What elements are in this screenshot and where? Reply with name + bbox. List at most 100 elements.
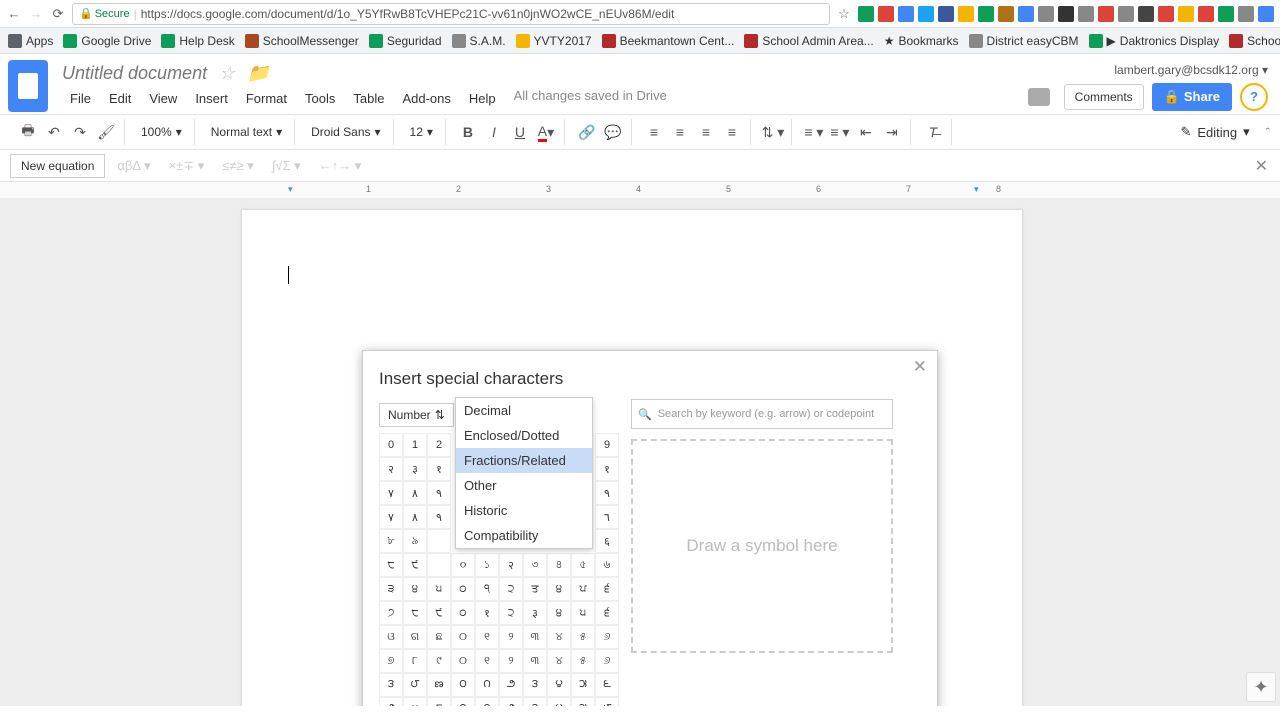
category-filter-button[interactable]: Number ⇅ (379, 403, 454, 427)
char-cell[interactable]: ৫ (571, 553, 595, 577)
char-cell[interactable]: ୨ (499, 649, 523, 673)
greek-letters-icon[interactable]: αβΔ ▾ (117, 158, 150, 174)
char-cell[interactable]: ੫ (427, 577, 451, 601)
char-cell[interactable]: ३ (403, 457, 427, 481)
char-cell[interactable]: ౦ (451, 673, 475, 697)
char-cell[interactable]: ੦ (451, 601, 475, 625)
bookmark-item[interactable]: School Admin Area... (744, 34, 873, 48)
comment-add-icon[interactable]: 💬 (601, 120, 625, 144)
char-cell[interactable]: ౮ (403, 673, 427, 697)
user-email[interactable]: lambert.gary@bcsdk12.org ▾ (1114, 63, 1268, 77)
char-cell[interactable]: ౨ (499, 697, 523, 706)
char-cell[interactable]: ੬ (595, 577, 619, 601)
italic-icon[interactable]: I (482, 120, 506, 144)
menu-view[interactable]: View (141, 88, 185, 109)
bookmark-item[interactable]: School Admin Area... (1229, 34, 1280, 48)
char-cell[interactable] (427, 553, 451, 577)
explore-icon[interactable]: ✦ (1246, 672, 1276, 702)
bookmark-item[interactable]: YVTY2017 (516, 34, 592, 48)
char-cell[interactable]: ఆ (403, 697, 427, 706)
dropdown-item[interactable]: Enclosed/Dotted (456, 423, 592, 448)
char-cell[interactable]: ੨ (499, 601, 523, 625)
char-cell[interactable]: ੯ (427, 601, 451, 625)
bookmark-item[interactable]: District easyCBM (969, 34, 1079, 48)
dropdown-item[interactable]: Decimal (456, 398, 592, 423)
menu-edit[interactable]: Edit (101, 88, 139, 109)
char-cell[interactable]: ୫ (571, 649, 595, 673)
char-cell[interactable]: ୬ (595, 625, 619, 649)
search-input[interactable]: 🔍 Search by keyword (e.g. arrow) or code… (631, 399, 893, 429)
zoom-select[interactable]: 100% ▾ (135, 123, 188, 141)
char-cell[interactable]: ଛ (427, 625, 451, 649)
char-cell[interactable]: ୩ (523, 625, 547, 649)
operators-icon[interactable]: ×±∓ ▾ (169, 158, 205, 174)
char-cell[interactable]: ౩ (523, 673, 547, 697)
char-cell[interactable]: ৬ (595, 553, 619, 577)
comment-icon[interactable] (1028, 88, 1050, 106)
char-cell[interactable]: ٧ (379, 481, 403, 505)
back-icon[interactable]: ← (6, 6, 22, 22)
close-icon[interactable]: ✕ (913, 357, 927, 377)
char-cell[interactable]: ୪ (547, 625, 571, 649)
move-folder-icon[interactable]: 📁 (247, 63, 269, 84)
close-icon[interactable]: ✕ (1255, 156, 1268, 176)
indent-increase-icon[interactable]: ⇥ (880, 120, 904, 144)
char-cell[interactable]: ਤ (523, 577, 547, 601)
char-cell[interactable]: ੪ (403, 577, 427, 601)
char-cell[interactable]: ੪ (547, 577, 571, 601)
link-icon[interactable]: 🔗 (575, 120, 599, 144)
bookmark-item[interactable]: Seguridad (369, 34, 442, 48)
char-cell[interactable]: ౦ (451, 697, 475, 706)
char-cell[interactable]: ৮ (379, 529, 403, 553)
char-cell[interactable]: ଗ (403, 625, 427, 649)
char-cell[interactable]: ਪ (571, 577, 595, 601)
char-cell[interactable]: 1 (403, 433, 427, 457)
char-cell[interactable]: ౪ (547, 697, 571, 706)
char-cell[interactable]: ౬ (595, 673, 619, 697)
char-cell[interactable]: ੫ (571, 601, 595, 625)
char-cell[interactable]: ۹ (427, 505, 451, 529)
char-cell[interactable]: ٨ (403, 481, 427, 505)
char-cell[interactable]: ౫ (571, 673, 595, 697)
bookmark-item[interactable]: Help Desk (161, 34, 234, 48)
editing-mode-select[interactable]: ✎ Editing ▾ ˆ (1180, 124, 1270, 140)
paint-format-icon[interactable]: 🖌 (94, 120, 118, 144)
dropdown-item[interactable]: Historic (456, 498, 592, 523)
undo-icon[interactable]: ↶ (42, 120, 66, 144)
char-cell[interactable]: ৩ (523, 553, 547, 577)
char-cell[interactable]: ౫ (571, 697, 595, 706)
star-icon[interactable]: ☆ (836, 6, 852, 22)
char-cell[interactable]: ౪ (547, 673, 571, 697)
char-cell[interactable]: २ (379, 457, 403, 481)
char-cell[interactable]: ३ (523, 601, 547, 625)
style-select[interactable]: Normal text ▾ (205, 123, 288, 141)
menu-tools[interactable]: Tools (297, 88, 343, 109)
char-cell[interactable]: ۸ (403, 505, 427, 529)
align-left-icon[interactable]: ≡ (642, 120, 666, 144)
line-spacing-icon[interactable]: ⇅ ▾ (761, 120, 785, 144)
align-center-icon[interactable]: ≡ (668, 120, 692, 144)
char-cell[interactable]: ੮ (379, 553, 403, 577)
fontsize-select[interactable]: 12 ▾ (404, 123, 439, 141)
reload-icon[interactable]: ⟳ (50, 6, 66, 22)
underline-icon[interactable]: U (508, 120, 532, 144)
bookmark-item[interactable]: Beekmantown Cent... (602, 34, 735, 48)
url-bar[interactable]: 🔒 Secure | https://docs.google.com/docum… (72, 3, 830, 25)
bulleted-list-icon[interactable]: ≡ ▾ (828, 120, 852, 144)
redo-icon[interactable]: ↷ (68, 120, 92, 144)
arrows-icon[interactable]: ←↑→ ▾ (319, 158, 362, 174)
char-cell[interactable]: ੪ (547, 601, 571, 625)
menu-format[interactable]: Format (238, 88, 295, 109)
char-cell[interactable]: ౧ (475, 673, 499, 697)
char-cell[interactable]: ୧ (475, 625, 499, 649)
char-cell[interactable]: ੯ (403, 553, 427, 577)
char-cell[interactable]: ୩ (523, 649, 547, 673)
char-cell[interactable]: ६ (595, 529, 619, 553)
char-cell[interactable]: ୬ (595, 649, 619, 673)
share-button[interactable]: 🔒 Share (1152, 83, 1232, 111)
new-equation-button[interactable]: New equation (10, 154, 105, 178)
menu-insert[interactable]: Insert (187, 88, 236, 109)
numbered-list-icon[interactable]: ≡ ▾ (802, 120, 826, 144)
char-cell[interactable]: ౨ (499, 673, 523, 697)
char-cell[interactable]: ۷ (379, 505, 403, 529)
